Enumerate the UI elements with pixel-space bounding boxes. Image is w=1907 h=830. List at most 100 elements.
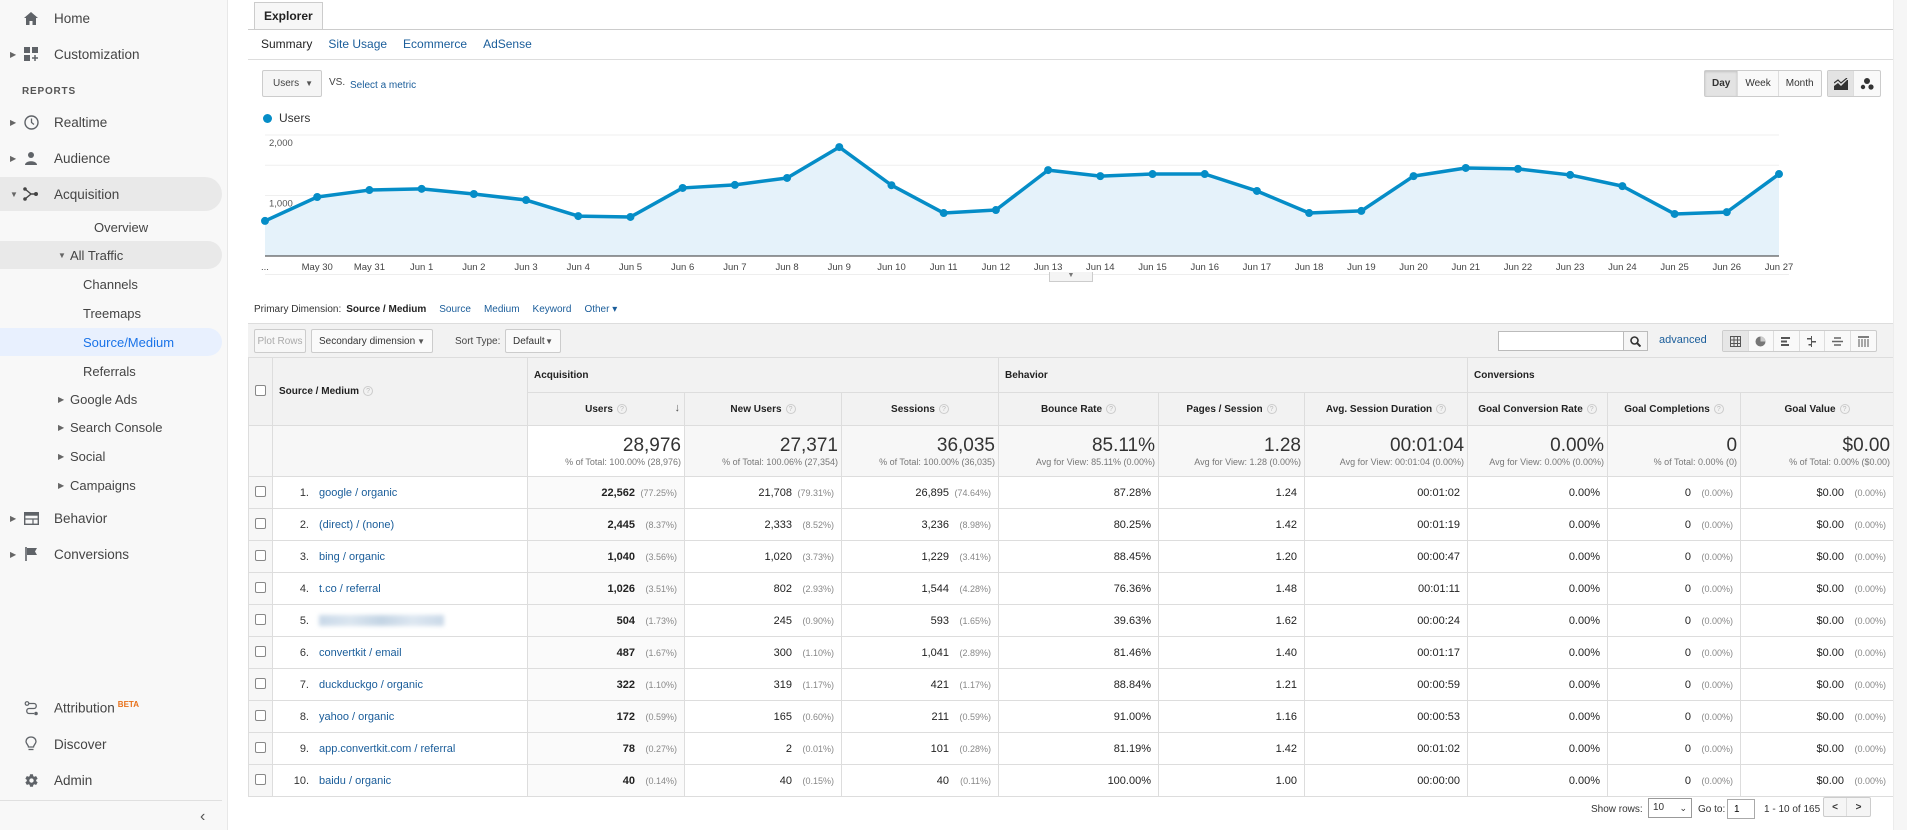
row-checkbox[interactable] bbox=[255, 517, 266, 529]
view-data-button[interactable] bbox=[1723, 331, 1749, 351]
column-header-goal-value[interactable]: Goal Value? bbox=[1740, 392, 1895, 426]
nav-home[interactable]: Home bbox=[0, 1, 222, 35]
help-icon[interactable]: ? bbox=[363, 386, 374, 397]
total-subtext: % of Total: 100.00% (36,035) bbox=[879, 457, 995, 467]
page-scrollbar[interactable] bbox=[1893, 0, 1907, 830]
source-medium-link[interactable]: bing / organic bbox=[319, 551, 385, 563]
source-medium-link[interactable]: app.convertkit.com / referral bbox=[319, 743, 455, 755]
column-header-new-users[interactable]: New Users? bbox=[684, 392, 842, 426]
nav-realtime[interactable]: ▶ Realtime bbox=[0, 105, 222, 139]
nav-source-medium[interactable]: Source/Medium bbox=[0, 328, 222, 356]
source-medium-link[interactable]: yahoo / organic bbox=[319, 711, 394, 723]
next-page-button[interactable]: > bbox=[1847, 798, 1870, 816]
sort-type-select[interactable]: Default ▼ bbox=[505, 329, 561, 353]
nav-admin[interactable]: Admin bbox=[0, 763, 222, 797]
period-day-button[interactable]: Day bbox=[1705, 71, 1739, 96]
row-checkbox[interactable] bbox=[255, 741, 266, 753]
row-checkbox[interactable] bbox=[255, 581, 266, 593]
help-icon[interactable]: ? bbox=[1586, 403, 1597, 414]
advanced-filter-link[interactable]: advanced bbox=[1659, 334, 1707, 346]
x-tick-label: Jun 22 bbox=[1504, 262, 1533, 273]
view-percentage-button[interactable] bbox=[1749, 331, 1774, 351]
source-medium-link[interactable]: convertkit / email bbox=[319, 647, 402, 659]
nav-all-traffic[interactable]: ▼ All Traffic bbox=[0, 241, 222, 269]
row-checkbox[interactable] bbox=[255, 549, 266, 561]
source-medium-link[interactable]: duckduckgo / organic bbox=[319, 679, 423, 691]
column-header-avg-session-duration[interactable]: Avg. Session Duration? bbox=[1303, 392, 1469, 426]
plot-rows-button[interactable]: Plot Rows bbox=[254, 329, 306, 353]
source-medium-link[interactable]: t.co / referral bbox=[319, 583, 381, 595]
primary-dimension-source[interactable]: Source bbox=[439, 304, 471, 315]
help-icon[interactable]: ? bbox=[616, 403, 627, 414]
select-metric-link[interactable]: Select a metric bbox=[350, 80, 416, 91]
nav-social[interactable]: ▶ Social bbox=[0, 442, 222, 470]
column-header-users[interactable]: Users? ↓ bbox=[527, 392, 685, 426]
row-checkbox[interactable] bbox=[255, 709, 266, 721]
subtab-site-usage[interactable]: Site Usage bbox=[328, 37, 387, 51]
column-header-pages-session[interactable]: Pages / Session? bbox=[1158, 392, 1305, 426]
nav-treemaps[interactable]: Treemaps bbox=[0, 299, 222, 327]
primary-dimension-source-medium[interactable]: Source / Medium bbox=[346, 304, 426, 315]
collapse-sidebar-button[interactable]: ‹ bbox=[200, 808, 205, 826]
row-checkbox[interactable] bbox=[255, 613, 266, 625]
help-icon[interactable]: ? bbox=[785, 403, 796, 414]
search-button[interactable] bbox=[1624, 331, 1648, 351]
help-icon[interactable]: ? bbox=[938, 403, 949, 414]
subtab-summary[interactable]: Summary bbox=[261, 37, 312, 51]
table-search-input[interactable] bbox=[1498, 331, 1624, 351]
nav-discover[interactable]: Discover bbox=[0, 727, 222, 761]
row-checkbox[interactable] bbox=[255, 645, 266, 657]
view-performance-button[interactable] bbox=[1774, 331, 1800, 351]
nav-attribution[interactable]: Attribution BETA bbox=[0, 691, 222, 725]
bars-icon bbox=[1780, 336, 1790, 346]
motion-chart-button[interactable] bbox=[1854, 71, 1880, 96]
column-header-sessions[interactable]: Sessions? bbox=[841, 392, 999, 426]
source-medium-link[interactable]: (direct) / (none) bbox=[319, 519, 394, 531]
line-chart-button[interactable] bbox=[1828, 71, 1854, 96]
help-icon[interactable]: ? bbox=[1713, 403, 1724, 414]
row-checkbox[interactable] bbox=[255, 485, 266, 497]
nav-customization[interactable]: ▶ Customization bbox=[0, 37, 222, 71]
chart-resize-handle[interactable]: ▼ bbox=[1049, 272, 1093, 282]
nav-search-console[interactable]: ▶ Search Console bbox=[0, 413, 222, 441]
view-term-cloud-button[interactable] bbox=[1825, 331, 1851, 351]
view-comparison-button[interactable] bbox=[1800, 331, 1825, 351]
nav-referrals[interactable]: Referrals bbox=[0, 357, 222, 385]
nav-google-ads[interactable]: ▶ Google Ads bbox=[0, 385, 222, 413]
nav-audience[interactable]: ▶ Audience bbox=[0, 141, 222, 175]
nav-acquisition[interactable]: ▼ Acquisition bbox=[0, 177, 222, 211]
primary-dimension-medium[interactable]: Medium bbox=[484, 304, 520, 315]
help-icon[interactable]: ? bbox=[1106, 403, 1117, 414]
nav-acquisition-overview[interactable]: Overview bbox=[0, 213, 222, 241]
dimension-header[interactable]: Source / Medium? bbox=[272, 357, 528, 426]
show-rows-select[interactable]: 10 ⌄ bbox=[1648, 798, 1692, 818]
nav-channels[interactable]: Channels bbox=[0, 270, 222, 298]
subtab-ecommerce[interactable]: Ecommerce bbox=[403, 37, 467, 51]
column-header-goal-conversion-rate[interactable]: Goal Conversion Rate? bbox=[1467, 392, 1609, 426]
view-pivot-button[interactable] bbox=[1851, 331, 1877, 351]
period-week-button[interactable]: Week bbox=[1738, 71, 1779, 96]
nav-campaigns[interactable]: ▶ Campaigns bbox=[0, 471, 222, 499]
nav-conversions[interactable]: ▶ Conversions bbox=[0, 537, 222, 571]
select-all-checkbox[interactable] bbox=[255, 384, 266, 396]
prev-page-button[interactable]: < bbox=[1824, 798, 1847, 816]
period-month-button[interactable]: Month bbox=[1779, 71, 1821, 96]
row-checkbox[interactable] bbox=[255, 773, 266, 785]
metric-select[interactable]: Users ▼ bbox=[262, 70, 322, 97]
row-checkbox[interactable] bbox=[255, 677, 266, 689]
secondary-dimension-select[interactable]: Secondary dimension ▼ bbox=[311, 329, 433, 353]
subtab-adsense[interactable]: AdSense bbox=[483, 37, 532, 51]
column-header-bounce-rate[interactable]: Bounce Rate? bbox=[998, 392, 1159, 426]
source-medium-link[interactable]: baidu / organic bbox=[319, 775, 391, 787]
help-icon[interactable]: ? bbox=[1266, 403, 1277, 414]
help-icon[interactable]: ? bbox=[1839, 403, 1850, 414]
cell-conv_rate: 0.00% bbox=[1467, 764, 1609, 797]
column-header-goal-completions[interactable]: Goal Completions? bbox=[1607, 392, 1742, 426]
primary-dimension-keyword[interactable]: Keyword bbox=[533, 304, 572, 315]
source-medium-link[interactable]: google / organic bbox=[319, 487, 397, 499]
nav-behavior[interactable]: ▶ Behavior bbox=[0, 501, 222, 535]
help-icon[interactable]: ? bbox=[1436, 403, 1447, 414]
tab-explorer[interactable]: Explorer bbox=[254, 2, 323, 30]
goto-page-input[interactable] bbox=[1727, 799, 1755, 819]
primary-dimension-other[interactable]: Other ▾ bbox=[584, 304, 617, 315]
